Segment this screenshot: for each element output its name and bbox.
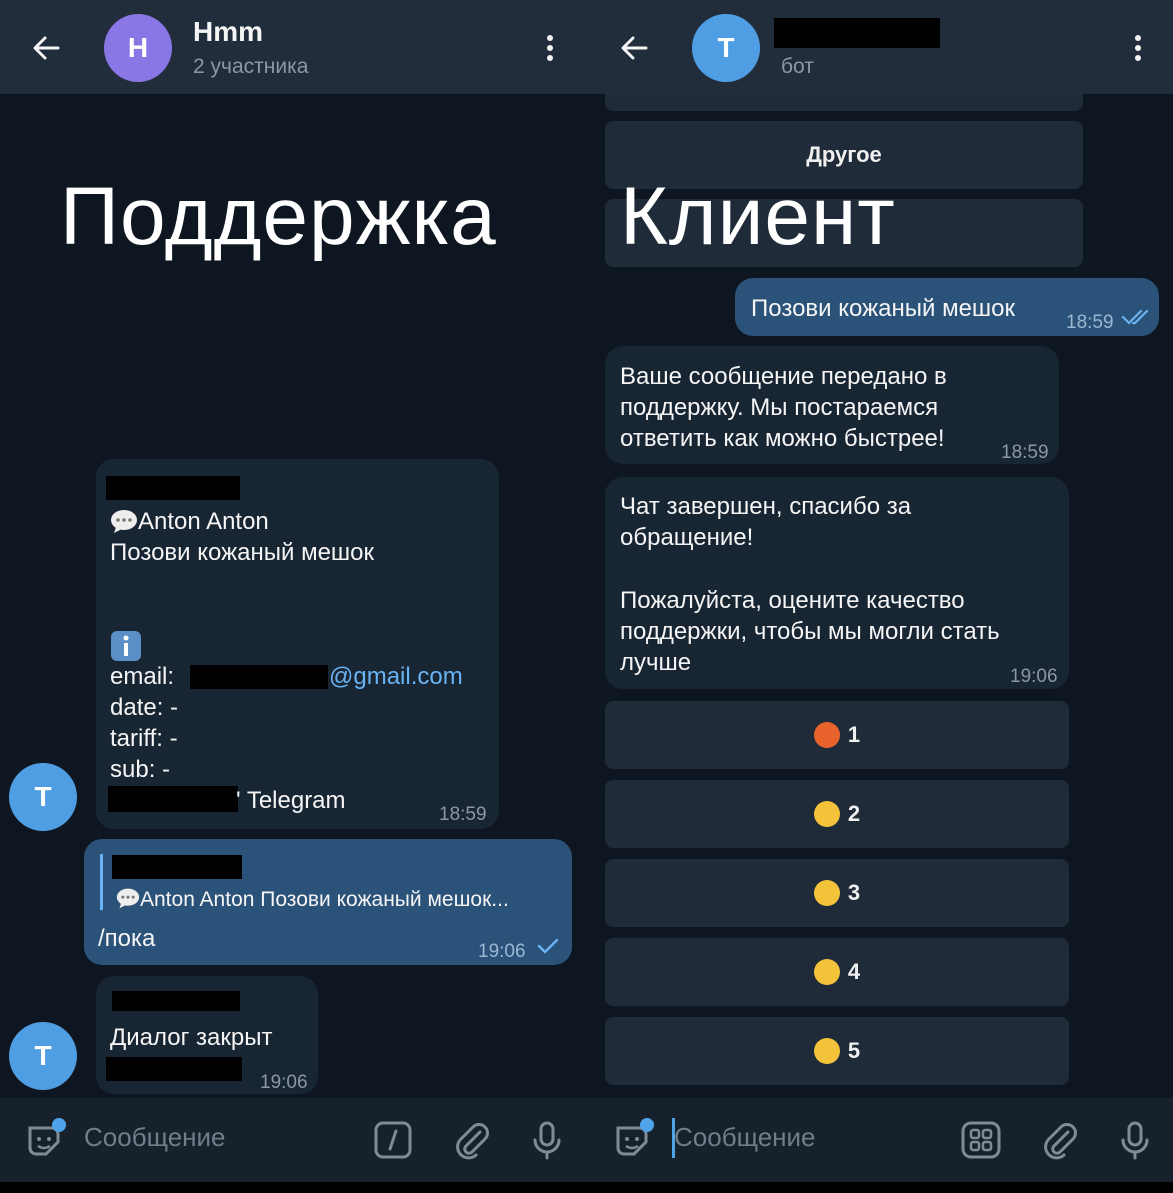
rating-button-5[interactable]: 5 [605, 1017, 1069, 1085]
rating-button-1[interactable]: 1 [605, 701, 1069, 769]
bot-message[interactable]: Ваше сообщение передано в поддержку. Мы … [605, 346, 1059, 464]
bot-keyboard-icon[interactable] [959, 1118, 1003, 1162]
bot-avatar-letter: T [717, 32, 735, 63]
sent-text: Позови кожаный мешок [751, 295, 1016, 322]
rating-button-3[interactable]: 3 [605, 859, 1069, 927]
attach-icon[interactable] [1038, 1118, 1082, 1162]
message-time: 18:59 [439, 804, 487, 825]
reply-message[interactable]: Anton Anton Позови кожаный мешок... /пок… [84, 839, 572, 965]
overlay-label-client: Клиент [620, 171, 896, 262]
neutral-face-icon [813, 880, 840, 906]
back-arrow-icon[interactable] [616, 30, 652, 66]
rating-label: 5 [847, 1038, 861, 1063]
closed-text: Диалог закрыт [110, 1024, 273, 1051]
chat-subtitle: 2 участника [193, 55, 309, 78]
rating-button-2[interactable]: 2 [605, 780, 1069, 848]
email-domain-link[interactable]: @gmail.com [329, 661, 463, 692]
redacted-source [108, 786, 238, 812]
overlay-label-support: Поддержка [60, 171, 497, 262]
message-time: 18:59 [1066, 312, 1114, 333]
rating-button-4[interactable]: 4 [605, 938, 1069, 1006]
sent-message[interactable]: Позови кожаный мешок 18:59 [735, 278, 1159, 336]
ticket-message[interactable]: Anton Anton Позови кожаный мешок email: … [96, 459, 499, 829]
group-avatar[interactable]: H [104, 14, 172, 82]
sender-avatar[interactable]: T [9, 1022, 77, 1090]
slight-smile-icon [813, 959, 840, 985]
rating-label: 2 [847, 801, 861, 826]
message-input[interactable]: Сообщение [674, 1122, 816, 1153]
sender-avatar[interactable]: T [9, 763, 77, 831]
single-check-icon [537, 938, 559, 954]
sender-avatar-letter: T [34, 781, 52, 812]
bot-avatar[interactable]: T [692, 14, 760, 82]
ticket-tariff: tariff: - [110, 725, 178, 752]
message-time: 18:59 [1001, 442, 1049, 463]
redacted-sender [106, 476, 240, 500]
microphone-icon[interactable] [1113, 1118, 1157, 1162]
grinning-face-icon [813, 1038, 840, 1064]
message-time: 19:06 [478, 941, 526, 962]
sender-avatar-letter: T [34, 1040, 52, 1071]
rating-label: 3 [847, 880, 861, 905]
quoted-text: Anton Anton Позови кожаный мешок... [140, 888, 509, 911]
bot-rating-message[interactable]: Чат завершен, спасибо за обращение! Пожа… [605, 477, 1069, 689]
email-label: email: [110, 663, 175, 690]
bot-message-text: Ваше сообщение передано в поддержку. Мы … [620, 363, 947, 452]
message-time: 19:06 [1010, 666, 1058, 687]
ticket-source: ' Telegram [236, 787, 346, 814]
group-avatar-letter: H [127, 32, 149, 63]
redacted-quote-author [112, 855, 242, 879]
frowning-face-icon [813, 801, 840, 827]
support-chat-panel: H Hmm 2 участника Поддержка Anton Anton … [0, 0, 588, 1193]
chat-title[interactable]: Hmm [193, 16, 263, 48]
redacted-footer [106, 1057, 242, 1081]
speech-bubble-icon [110, 509, 138, 533]
ticket-author: Anton Anton [138, 508, 269, 535]
bottom-bar [0, 1182, 1173, 1193]
ticket-sub: sub: - [110, 756, 171, 783]
bot-command-icon[interactable] [371, 1118, 415, 1162]
more-vertical-icon[interactable] [1128, 30, 1148, 66]
notification-dot [52, 1118, 66, 1132]
more-vertical-icon[interactable] [540, 30, 560, 66]
client-chat-panel: T бот Другое Клиент Позови кожаный мешок… [588, 0, 1173, 1193]
reply-text: /пока [98, 925, 156, 952]
bot-message-text: Чат завершен, спасибо за обращение! [620, 493, 912, 551]
dialog-closed-message[interactable]: Диалог закрыт 19:06 [96, 976, 318, 1094]
message-input[interactable]: Сообщение [84, 1122, 226, 1153]
redacted-sender [112, 991, 240, 1011]
message-composer: Сообщение [0, 1098, 588, 1182]
attach-icon[interactable] [450, 1118, 494, 1162]
keyboard-button-label: Другое [806, 142, 882, 167]
message-composer: Сообщение [588, 1098, 1173, 1182]
redacted-bot-name [774, 18, 940, 48]
rating-label: 1 [847, 722, 861, 747]
message-time: 19:06 [260, 1072, 308, 1093]
notification-dot [640, 1118, 654, 1132]
microphone-icon[interactable] [525, 1118, 569, 1162]
redacted-email-user [190, 665, 328, 689]
bot-message-text: Пожалуйста, оцените качество поддержки, … [620, 587, 1000, 676]
info-icon [111, 631, 141, 661]
back-arrow-icon[interactable] [28, 30, 64, 66]
speech-bubble-icon [116, 887, 140, 909]
angry-face-icon [813, 722, 840, 748]
rating-label: 4 [847, 959, 861, 984]
chat-header: T бот [588, 0, 1173, 94]
chat-header: H Hmm 2 участника [0, 0, 588, 94]
chat-subtitle: бот [781, 55, 814, 78]
quote-bar [100, 854, 103, 910]
keyboard-button-partial[interactable] [605, 94, 1083, 111]
ticket-text: Позови кожаный мешок [110, 539, 375, 566]
double-check-icon [1121, 309, 1149, 325]
ticket-date: date: - [110, 694, 179, 721]
